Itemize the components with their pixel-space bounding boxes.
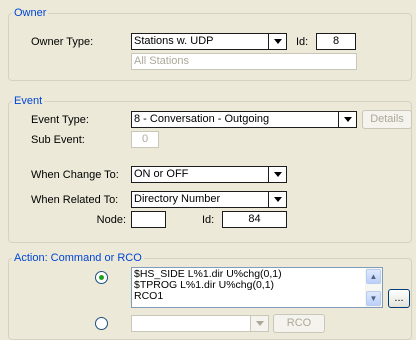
related-id-label: Id: <box>202 214 215 226</box>
browse-command-button[interactable]: ... <box>388 289 410 308</box>
event-type-dropdown[interactable]: 8 - Conversation - Outgoing <box>131 111 357 128</box>
rco-dropdown[interactable] <box>131 315 269 332</box>
rco-button[interactable]: RCO <box>273 314 325 333</box>
owner-description-field: All Stations <box>131 53 357 70</box>
command-radio[interactable] <box>95 271 108 284</box>
sub-event-field: 0 <box>131 131 159 148</box>
when-related-dropdown[interactable]: Directory Number <box>131 191 287 208</box>
owner-id-field[interactable]: 8 <box>316 33 356 50</box>
owner-id-label: Id: <box>296 36 309 48</box>
event-group-title: Event <box>12 94 45 108</box>
command-scrollbar[interactable]: ▲ ▼ <box>365 268 382 307</box>
dropdown-arrow-icon[interactable] <box>338 112 356 127</box>
when-related-label: When Related To: <box>31 194 119 206</box>
dropdown-arrow-icon[interactable] <box>268 167 286 182</box>
when-related-value: Directory Number <box>134 193 221 205</box>
event-type-label: Event Type: <box>31 114 89 126</box>
related-id-field[interactable]: 84 <box>222 211 287 228</box>
action-group-title: Action: Command or RCO <box>12 251 144 265</box>
sub-event-label: Sub Event: <box>31 134 85 146</box>
when-change-label: When Change To: <box>31 169 119 181</box>
command-lines: $HS_SIDE L%1.dir U%chg(0,1) $TPROG L%1.d… <box>134 269 282 302</box>
when-change-dropdown[interactable]: ON or OFF <box>131 166 287 183</box>
event-type-value: 8 - Conversation - Outgoing <box>134 113 270 125</box>
owner-type-dropdown[interactable]: Stations w. UDP <box>131 33 287 50</box>
scroll-down-arrow-icon[interactable]: ▼ <box>366 291 381 306</box>
command-line: RCO1 <box>134 290 164 302</box>
dropdown-arrow-icon[interactable] <box>268 192 286 207</box>
details-button[interactable]: Details <box>362 110 412 129</box>
rco-radio[interactable] <box>95 317 108 330</box>
owner-type-label: Owner Type: <box>31 36 94 48</box>
when-change-value: ON or OFF <box>134 168 189 180</box>
owner-type-value: Stations w. UDP <box>134 35 214 47</box>
scroll-up-arrow-icon[interactable]: ▲ <box>366 269 381 284</box>
dropdown-arrow-icon[interactable] <box>268 34 286 49</box>
owner-group-title: Owner <box>12 6 49 20</box>
node-field[interactable] <box>131 211 166 228</box>
node-label: Node: <box>96 214 126 226</box>
command-textarea[interactable]: $HS_SIDE L%1.dir U%chg(0,1) $TPROG L%1.d… <box>131 267 383 308</box>
